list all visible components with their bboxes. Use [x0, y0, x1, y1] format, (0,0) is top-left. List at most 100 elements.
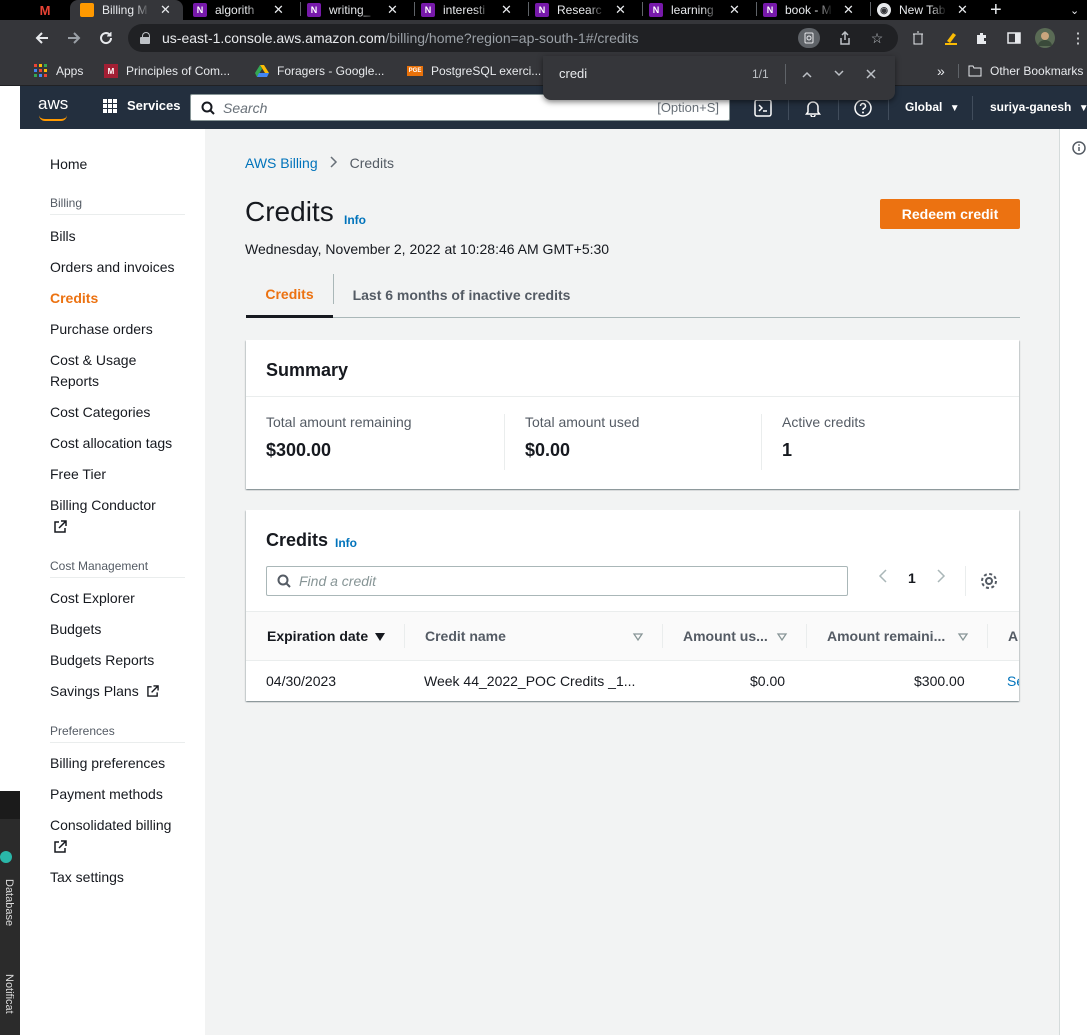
browser-tab-onenote[interactable]: N interesti ✕: [421, 0, 512, 20]
close-tab-icon[interactable]: ✕: [501, 2, 512, 18]
find-previous-chevron-up-icon[interactable]: [797, 64, 817, 84]
previous-page-chevron-icon[interactable]: [878, 568, 888, 589]
help-question-icon[interactable]: [853, 98, 873, 118]
sidebar-item-payment-methods[interactable]: Payment methods: [50, 784, 163, 805]
browser-tab-onenote[interactable]: N book - M ✕: [763, 0, 854, 20]
sort-icon[interactable]: [957, 630, 969, 642]
sidebar-item-consolidated-billing[interactable]: Consolidated billing: [50, 815, 171, 836]
column-amount-used[interactable]: Amount us...: [683, 628, 768, 644]
find-in-page-icon[interactable]: [798, 28, 820, 48]
browser-menu-icon[interactable]: ⋮: [1068, 28, 1087, 48]
onenote-icon: N: [421, 3, 435, 17]
chrome-icon: ◉: [877, 3, 891, 17]
services-menu-button[interactable]: Services: [103, 98, 181, 113]
browser-tab-billing[interactable]: Billing M ✕: [70, 0, 183, 20]
info-circle-icon[interactable]: [1072, 141, 1086, 160]
reload-icon[interactable]: [94, 26, 118, 50]
sidebar-item-billing-conductor[interactable]: Billing Conductor: [50, 495, 156, 516]
bookmark-star-icon[interactable]: ☆: [866, 28, 888, 48]
sidebar-item-bills[interactable]: Bills: [50, 226, 76, 247]
breadcrumb-aws-billing[interactable]: AWS Billing: [245, 155, 318, 171]
new-tab-icon[interactable]: +: [990, 0, 1002, 20]
side-panel-icon[interactable]: [1004, 28, 1024, 48]
sidebar-item-home[interactable]: Home: [50, 154, 87, 175]
extensions-puzzle-icon[interactable]: [972, 28, 992, 48]
sidebar-item-purchase-orders[interactable]: Purchase orders: [50, 319, 153, 340]
close-tab-icon[interactable]: ✕: [957, 2, 968, 18]
browser-tab-onenote[interactable]: N learning ✕: [649, 0, 740, 20]
summary-title: Summary: [266, 360, 349, 380]
credits-table-card: Credits Info Find a credit 1 Expiration …: [246, 510, 1019, 701]
current-page-number[interactable]: 1: [908, 570, 916, 586]
bookmark-postgresql[interactable]: PGE PostgreSQL exerci...: [407, 63, 541, 79]
sidebar-item-cost-usage-reports[interactable]: Cost & Usage Reports: [50, 350, 160, 392]
tab-search-chevron-icon[interactable]: ⌄: [1070, 0, 1079, 20]
column-expiration-date[interactable]: Expiration date: [267, 628, 368, 644]
close-tab-icon[interactable]: ✕: [843, 2, 854, 18]
account-menu[interactable]: suriya-ganesh ▼: [990, 100, 1087, 114]
close-tab-icon[interactable]: ✕: [615, 2, 626, 18]
browser-tab-new-tab[interactable]: ◉ New Tab ✕: [877, 0, 968, 20]
close-tab-icon[interactable]: ✕: [729, 2, 740, 18]
next-page-chevron-icon[interactable]: [936, 568, 946, 589]
sort-icon[interactable]: [632, 630, 644, 642]
sidebar-item-tax-settings[interactable]: Tax settings: [50, 867, 124, 888]
sidebar-item-savings-plans[interactable]: Savings Plans: [50, 681, 159, 702]
other-bookmarks[interactable]: Other Bookmarks: [968, 63, 1083, 79]
close-tab-icon[interactable]: ✕: [160, 2, 171, 18]
close-tab-icon[interactable]: ✕: [387, 2, 398, 18]
highlighter-extension-icon[interactable]: [941, 28, 961, 48]
extension-trash-icon[interactable]: [908, 28, 928, 48]
notifications-tab[interactable]: Notificat: [3, 974, 15, 1014]
bookmark-apps[interactable]: Apps: [34, 63, 83, 79]
forward-arrow-icon[interactable]: [62, 26, 86, 50]
sort-descending-icon[interactable]: [374, 630, 386, 642]
sidebar-item-billing-preferences[interactable]: Billing preferences: [50, 753, 165, 774]
sort-icon[interactable]: [776, 630, 788, 642]
redeem-credit-button[interactable]: Redeem credit: [880, 199, 1020, 229]
sidebar-item-credits[interactable]: Credits: [50, 288, 98, 309]
browser-tab-onenote[interactable]: N writing_ ✕: [307, 0, 398, 20]
browser-tab-onenote[interactable]: N Researc ✕: [535, 0, 626, 20]
browser-tab-gmail[interactable]: M: [38, 0, 60, 20]
profile-avatar[interactable]: [1035, 28, 1055, 48]
notifications-bell-icon[interactable]: [803, 98, 823, 118]
database-tab[interactable]: Database: [3, 879, 15, 926]
column-credit-name[interactable]: Credit name: [425, 628, 506, 644]
table-settings-gear-icon[interactable]: [980, 572, 998, 595]
region-selector[interactable]: Global ▼: [905, 100, 960, 114]
onenote-icon: N: [193, 3, 207, 17]
sidebar-item-free-tier[interactable]: Free Tier: [50, 464, 106, 485]
title-info-link[interactable]: Info: [344, 213, 366, 227]
sidebar-item-budgets[interactable]: Budgets: [50, 619, 101, 640]
sidebar-item-cost-explorer[interactable]: Cost Explorer: [50, 588, 135, 609]
tab-separator: [756, 2, 757, 16]
sidebar-item-budgets-reports[interactable]: Budgets Reports: [50, 650, 154, 671]
column-amount-remaining[interactable]: Amount remaini...: [827, 628, 945, 644]
tab-inactive-credits[interactable]: Last 6 months of inactive credits: [334, 272, 589, 318]
tab-separator: [414, 2, 415, 16]
credits-info-link[interactable]: Info: [335, 536, 357, 550]
sidebar-item-cost-categories[interactable]: Cost Categories: [50, 402, 150, 423]
column-applicable[interactable]: Ap: [1008, 628, 1019, 644]
close-tab-icon[interactable]: ✕: [273, 2, 284, 18]
sidebar-item-orders-and-invoices[interactable]: Orders and invoices: [50, 257, 175, 278]
cloudshell-icon[interactable]: [753, 98, 773, 118]
sidebar-item-cost-allocation-tags[interactable]: Cost allocation tags: [50, 433, 172, 454]
address-bar[interactable]: us-east-1.console.aws.amazon.com/billing…: [128, 24, 898, 52]
browser-tab-onenote[interactable]: N algorith ✕: [193, 0, 284, 20]
aws-smile-icon: [39, 115, 67, 121]
google-drive-icon: [255, 64, 269, 78]
back-arrow-icon[interactable]: [30, 26, 54, 50]
cell-applicable-link[interactable]: Se: [1007, 673, 1019, 689]
find-credit-input[interactable]: Find a credit: [266, 566, 848, 596]
tab-credits[interactable]: Credits: [246, 272, 333, 318]
find-next-chevron-down-icon[interactable]: [829, 64, 849, 84]
bookmark-principles[interactable]: M Principles of Com...: [104, 63, 230, 79]
share-icon[interactable]: [834, 28, 856, 48]
aws-logo[interactable]: aws: [38, 94, 68, 121]
bookmarks-overflow-button[interactable]: »: [937, 63, 945, 79]
bookmark-foragers[interactable]: Foragers - Google...: [255, 63, 384, 79]
find-input[interactable]: credi: [559, 66, 587, 81]
find-close-icon[interactable]: [861, 64, 881, 84]
